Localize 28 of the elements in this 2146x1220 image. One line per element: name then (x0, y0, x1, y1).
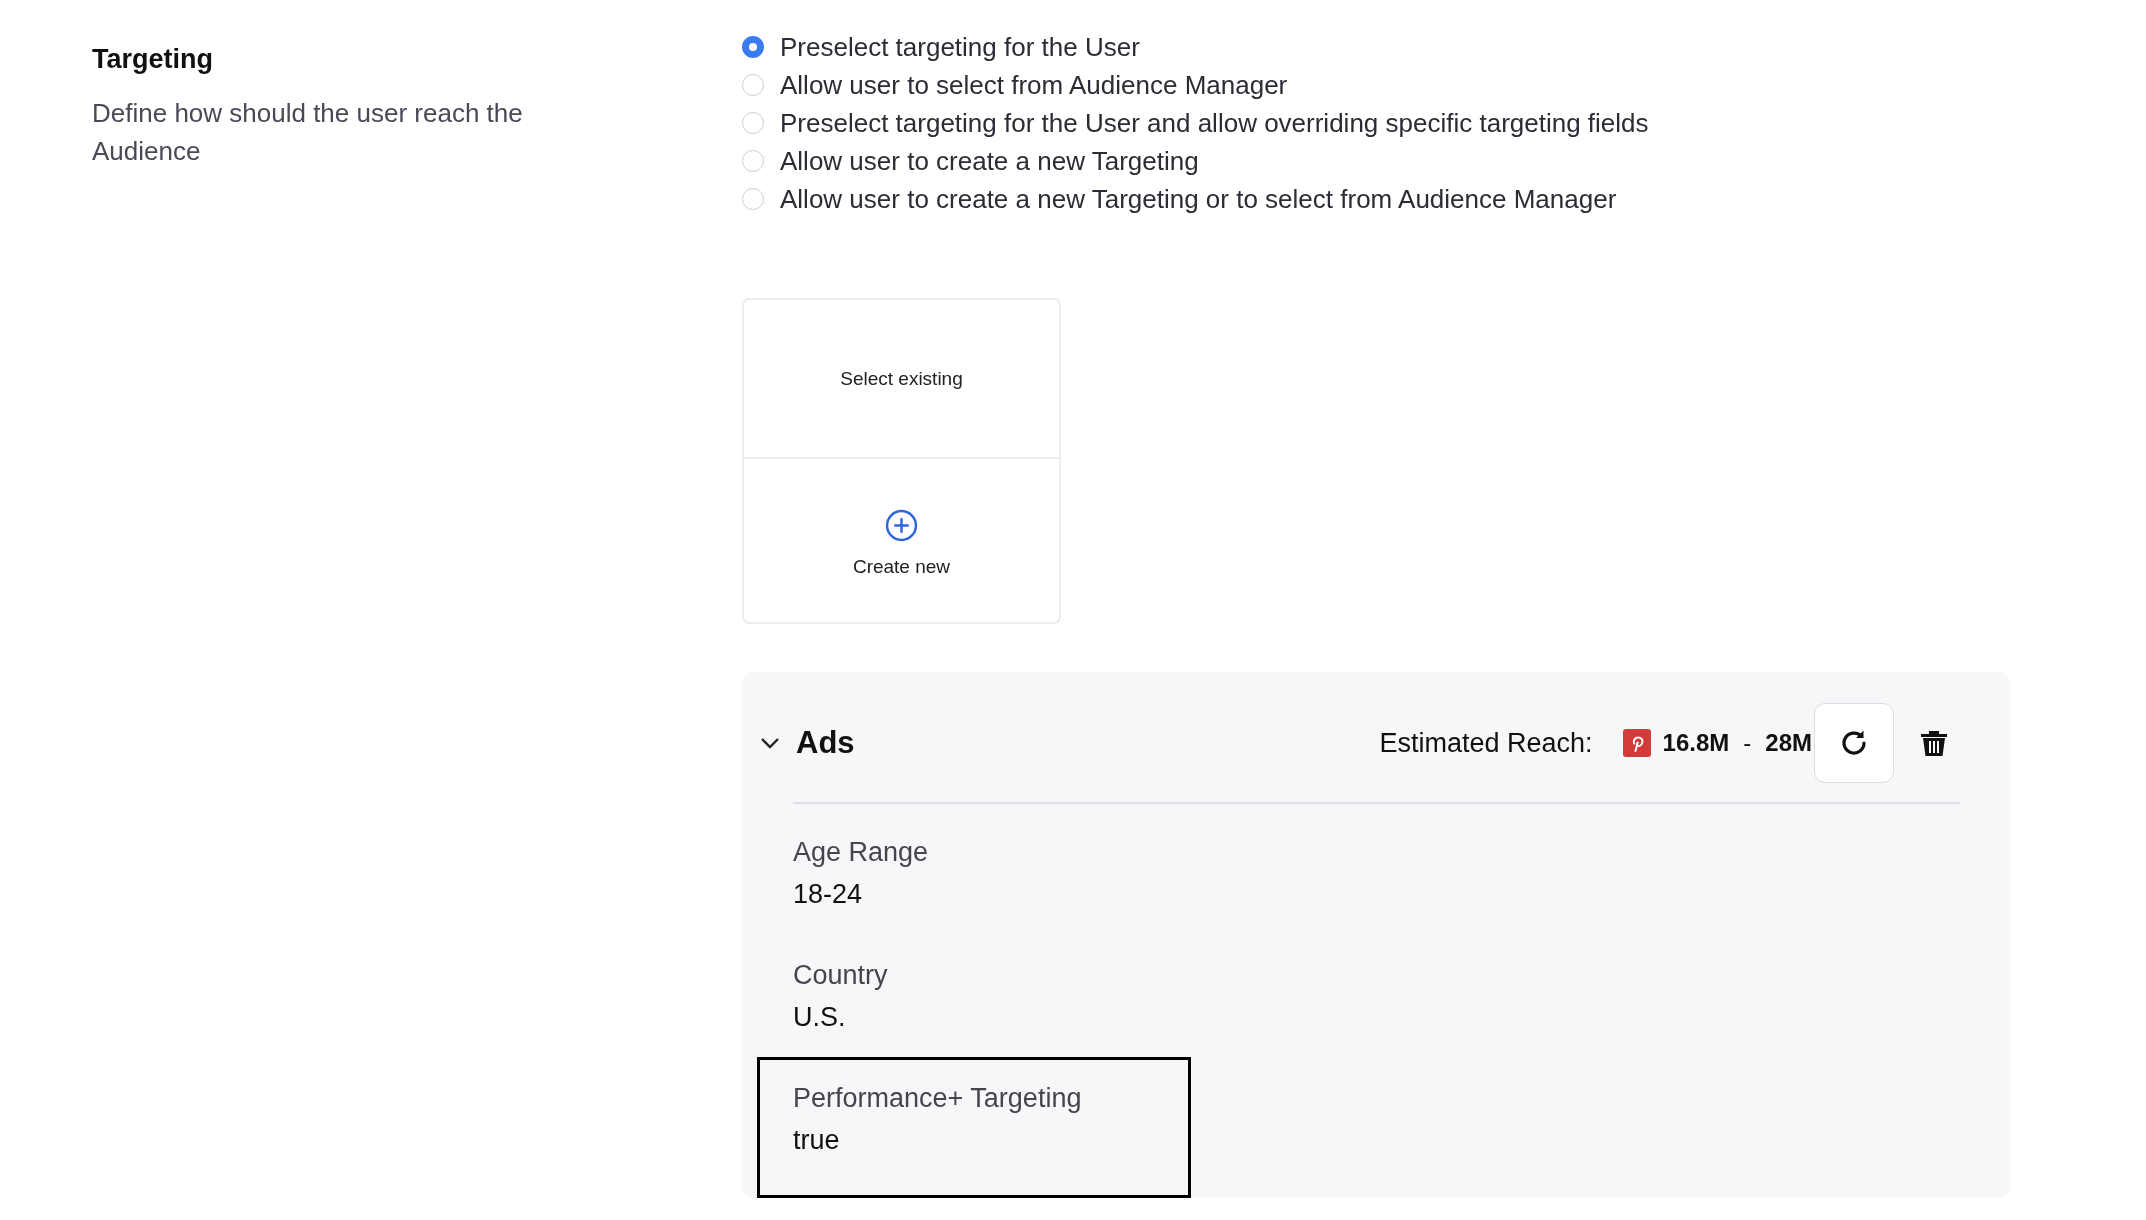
radio-button[interactable] (742, 150, 764, 172)
field-label: Age Range (793, 836, 930, 869)
plus-circle-icon (885, 509, 918, 542)
radio-button[interactable] (742, 112, 764, 134)
field-value: U.S. (793, 1001, 847, 1034)
field-value: true (793, 1124, 841, 1157)
radio-button[interactable] (742, 188, 764, 210)
select-existing-option[interactable]: Select existing (840, 367, 963, 390)
create-new-option[interactable]: Create new (852, 556, 951, 578)
field-label: Country (793, 959, 889, 992)
reach-max: 28M (1765, 729, 1812, 757)
section-title: Targeting (92, 43, 214, 76)
field-value: 18-24 (793, 878, 864, 911)
platform-logo-icon (1622, 729, 1651, 757)
reach-min: 16.8M (1662, 729, 1730, 757)
radio-label: Allow user to select from Audience Manager (780, 69, 1288, 101)
radio-button[interactable] (742, 74, 764, 96)
radio-button[interactable] (742, 36, 764, 58)
section-description: Define how should the user reach the Audience (92, 97, 524, 168)
reach-separator: - (1743, 729, 1752, 757)
radio-label: Preselect targeting for the User and allow overriding specific targeting fields (780, 107, 1649, 139)
panel-title: Ads (796, 725, 855, 761)
radio-label: Preselect targeting for the User (780, 31, 1140, 63)
radio-label: Allow user to create a new Targeting or to select from Audience Manager (780, 183, 1617, 215)
radio-label: Allow user to create a new Targeting (780, 145, 1199, 177)
field-label: Performance+ Targeting (793, 1082, 1083, 1115)
refresh-button[interactable] (1814, 703, 1894, 783)
estimated-reach-label: Estimated Reach: (1379, 727, 1593, 759)
